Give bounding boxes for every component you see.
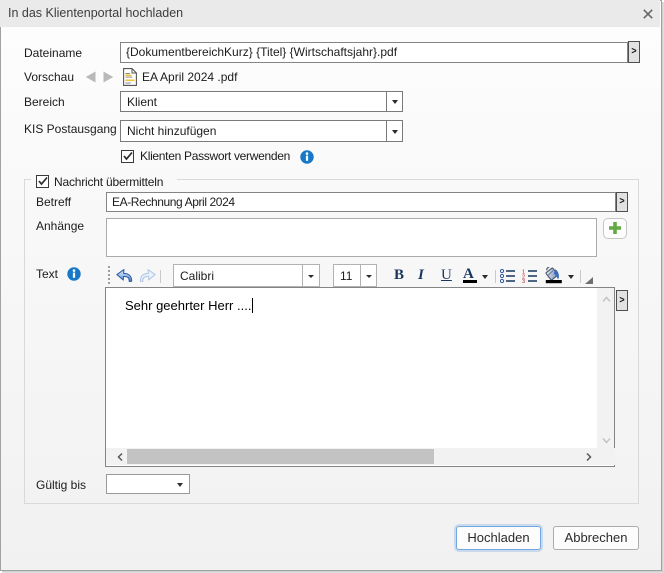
svg-text:3: 3	[522, 279, 525, 283]
